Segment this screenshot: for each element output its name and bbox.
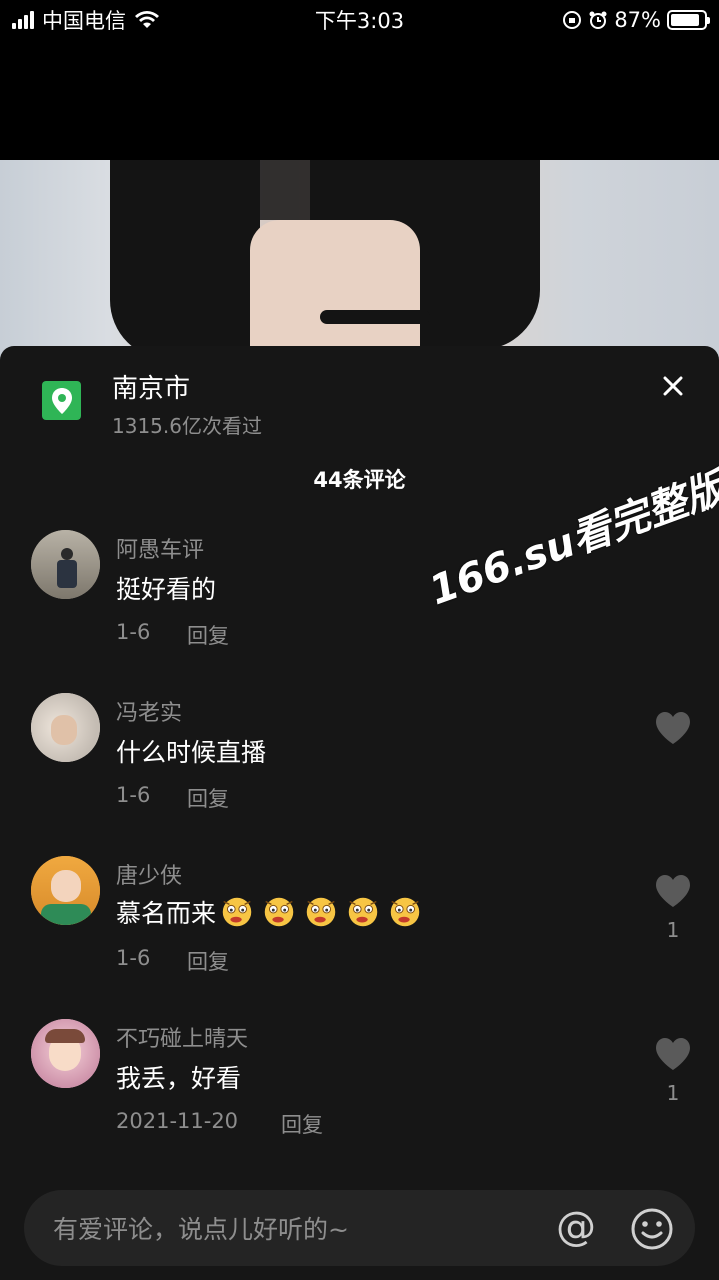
- avatar[interactable]: [31, 530, 100, 599]
- comment-text: 什么时候直播: [116, 738, 267, 767]
- reply-button[interactable]: 回复: [281, 1109, 323, 1139]
- reply-button[interactable]: 回复: [187, 620, 229, 650]
- comment-date: 1-6: [116, 620, 151, 644]
- battery-icon: [667, 10, 710, 30]
- comments-count: 44条评论: [313, 468, 406, 492]
- close-icon[interactable]: [655, 368, 691, 404]
- video-face: [250, 220, 420, 360]
- wifi-icon: [135, 11, 159, 28]
- drooling-face-emoji: [264, 897, 294, 927]
- heart-icon: [656, 712, 690, 744]
- signal-icon: [12, 11, 34, 29]
- location-views: 1315.6亿次看过: [112, 414, 262, 438]
- drooling-face-emoji: [348, 897, 378, 927]
- comment-text: 我丢，好看: [116, 1064, 242, 1093]
- drooling-face-emoji: [390, 897, 420, 927]
- drooling-face-emoji: [306, 897, 336, 927]
- avatar[interactable]: [31, 856, 100, 925]
- like-count: 1: [666, 1081, 680, 1105]
- alarm-icon: [589, 11, 607, 29]
- comment-text-row: 慕名而来: [116, 894, 428, 930]
- comment-author[interactable]: 冯老实: [116, 695, 182, 727]
- like-button[interactable]: 1: [652, 1037, 694, 1105]
- emoji-row: [218, 895, 428, 929]
- avatar[interactable]: [31, 1019, 100, 1088]
- heart-icon: [656, 875, 690, 907]
- comment-item: 唐少侠 慕名而来 1-6 回复 1: [0, 846, 719, 996]
- comment-date: 2021-11-20: [116, 1109, 239, 1133]
- comment-author[interactable]: 不巧碰上晴天: [116, 1021, 248, 1053]
- like-count: 1: [666, 918, 680, 942]
- video-eyebrow: [320, 310, 430, 324]
- comment-text: 挺好看的: [116, 575, 217, 604]
- video-preview[interactable]: [0, 160, 719, 360]
- location-pin-icon: [42, 381, 81, 420]
- emoji-icon[interactable]: [630, 1207, 674, 1251]
- rotation-lock-icon: [563, 11, 582, 29]
- carrier-label: 中国电信: [42, 9, 126, 33]
- mention-icon[interactable]: @: [554, 1205, 598, 1249]
- location-title[interactable]: 南京市: [112, 368, 190, 405]
- avatar[interactable]: [31, 693, 100, 762]
- comment-author[interactable]: 唐少侠: [116, 858, 182, 890]
- heart-icon: [656, 1038, 690, 1070]
- comment-item: 不巧碰上晴天 我丢，好看 2021-11-20 回复 1: [0, 1009, 719, 1159]
- status-bar: 中国电信 下午3:03 87%: [0, 0, 719, 40]
- like-button[interactable]: 1: [652, 874, 694, 942]
- comment-item: 冯老实 什么时候直播 1-6 回复: [0, 683, 719, 833]
- battery-fill: [671, 14, 699, 26]
- comment-text: 慕名而来: [116, 899, 217, 928]
- comment-author[interactable]: 阿愚车评: [116, 532, 204, 564]
- status-right: 87%: [562, 8, 710, 32]
- reply-button[interactable]: 回复: [187, 946, 229, 976]
- reply-button[interactable]: 回复: [187, 783, 229, 813]
- drooling-face-emoji: [222, 897, 252, 927]
- comment-date: 1-6: [116, 783, 151, 807]
- comment-input-placeholder: 有爱评论，说点儿好听的~: [53, 1215, 349, 1244]
- status-left: 中国电信: [12, 5, 562, 35]
- comment-date: 1-6: [116, 946, 151, 970]
- video-hair-left: [110, 160, 260, 360]
- like-button[interactable]: [652, 711, 694, 749]
- battery-percent: 87%: [614, 8, 661, 32]
